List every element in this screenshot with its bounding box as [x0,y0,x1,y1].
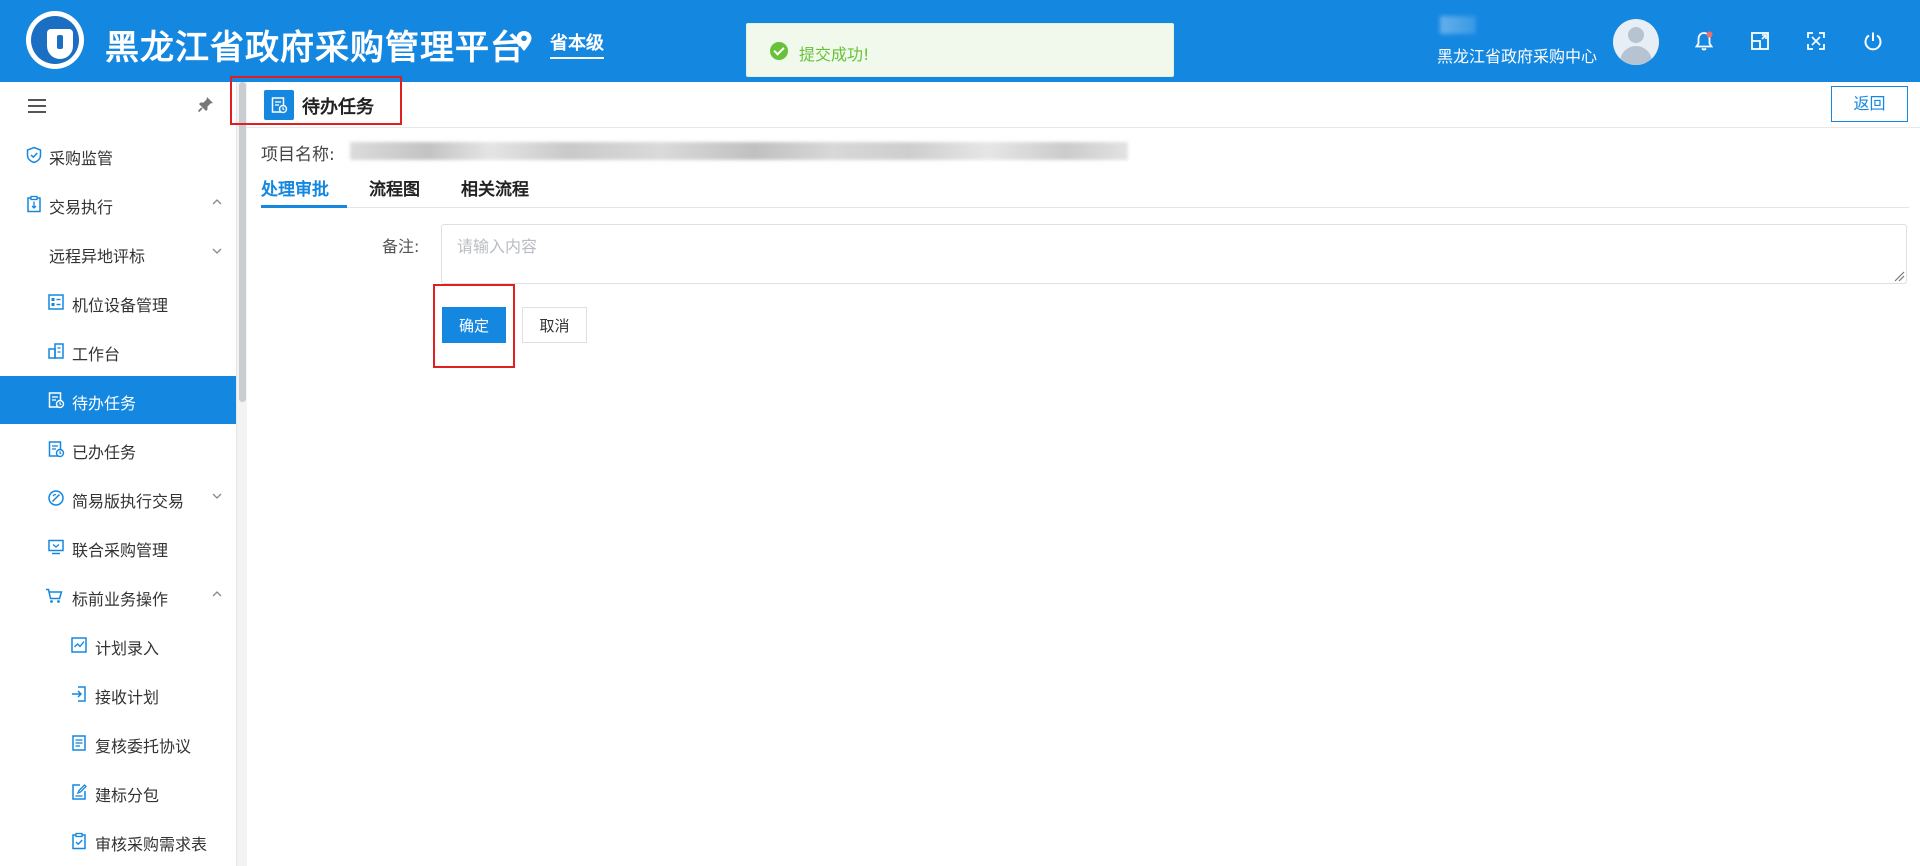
cancel-button[interactable]: 取消 [522,307,587,343]
project-name-label: 项目名称: [261,145,335,165]
user-org-name: 黑龙江省政府采购中心 [1437,47,1598,66]
region-selector[interactable]: 省本级 [550,29,604,59]
sidebar-item-trade-execution[interactable]: 交易执行 [0,180,236,228]
remark-label: 备注: [382,237,420,256]
active-tab-indicator [261,205,347,208]
sidebar-item-simple-trade[interactable]: 简易版执行交易 [0,474,236,522]
user-blurred-info [1440,16,1476,34]
power-icon[interactable] [1862,30,1884,52]
clipboard-icon [27,195,41,213]
done-task-icon [48,441,65,458]
sidebar-item-label: 交易执行 [49,198,114,217]
device-list-icon [48,294,64,310]
tab-flowchart[interactable]: 流程图 [369,175,420,200]
sidebar-item-plan-entry[interactable]: 计划录入 [0,621,236,669]
sidebar-item-receive-plan[interactable]: 接收计划 [0,670,236,718]
app-title: 黑龙江省政府采购管理平台 [105,28,525,68]
chevron-down-icon [212,248,222,254]
sidebar-item-label: 机位设备管理 [72,296,169,315]
gauge-icon [48,490,64,506]
sidebar-item-remote-evaluation[interactable]: 远程异地评标 [0,229,236,277]
window-icon[interactable] [1749,30,1771,52]
confirm-button[interactable]: 确定 [442,307,506,343]
sidebar-item-label: 标前业务操作 [72,590,169,609]
sidebar-item-build-package[interactable]: 建标分包 [0,768,236,816]
sidebar-scrollbar[interactable] [239,82,246,402]
resize-grip-icon[interactable] [1893,270,1905,282]
bell-icon[interactable] [1693,30,1715,52]
sidebar-item-label: 接收计划 [95,688,160,707]
toast-message: 提交成功! [799,45,870,64]
tab-bar: 处理审批 流程图 相关流程 [261,170,1909,208]
sidebar-item-procurement-supervision[interactable]: 采购监管 [0,131,236,179]
sidebar-item-workbench[interactable]: 工作台 [0,327,236,375]
project-name-blurred [350,142,1128,160]
login-icon [72,686,86,702]
page-header [247,82,1920,128]
remark-input[interactable] [441,224,1907,284]
todo-task-icon [48,392,65,409]
sidebar-item-label: 待办任务 [72,394,137,413]
sidebar-item-label: 已办任务 [72,443,137,462]
success-toast: 提交成功! [746,23,1174,77]
back-button[interactable]: 返回 [1831,86,1908,122]
sidebar-item-label: 远程异地评标 [49,247,146,266]
sidebar-item-review-demand[interactable]: 审核采购需求表 [0,817,236,865]
sidebar-item-label: 简易版执行交易 [72,492,185,511]
workbench-icon [48,343,64,359]
tab-related-flows[interactable]: 相关流程 [461,175,529,200]
sidebar-item-todo-tasks[interactable]: 待办任务 [0,376,236,424]
sidebar-item-label: 联合采购管理 [72,541,169,560]
sidebar-item-label: 计划录入 [95,639,160,658]
menu-toggle-icon[interactable] [28,99,46,113]
location-pin-icon [516,31,532,51]
chevron-up-icon [212,591,222,597]
fullscreen-icon[interactable] [1805,30,1827,52]
clipboard-check-icon [72,832,86,850]
sidebar-item-review-agreement[interactable]: 复核委托协议 [0,719,236,767]
monitor-icon [48,539,64,555]
sidebar-toolbar [0,82,236,129]
chevron-down-icon [212,493,222,499]
sidebar: 采购监管 交易执行 远程异地评标 机位设备管理 工作台 待办任务 已办任务 简易… [0,82,237,866]
pin-icon[interactable] [197,95,215,113]
document-icon [72,735,86,751]
sidebar-item-label: 复核委托协议 [95,737,192,756]
sidebar-item-pre-bid-operations[interactable]: 标前业务操作 [0,572,236,620]
shield-check-icon [26,146,42,164]
cart-icon [46,588,63,603]
edit-doc-icon [72,784,87,800]
sidebar-item-label: 工作台 [72,345,121,364]
sidebar-item-device-management[interactable]: 机位设备管理 [0,278,236,326]
sidebar-item-label: 采购监管 [49,149,114,168]
sidebar-item-done-tasks[interactable]: 已办任务 [0,425,236,473]
sidebar-item-joint-procurement[interactable]: 联合采购管理 [0,523,236,571]
sidebar-item-label: 建标分包 [95,786,160,805]
check-circle-icon [770,42,788,60]
platform-logo [26,11,84,69]
chevron-up-icon [212,199,222,205]
tab-process-approval[interactable]: 处理审批 [261,175,329,200]
sidebar-item-label: 审核采购需求表 [95,835,208,854]
avatar[interactable] [1613,19,1659,65]
highlight-box-title [230,76,402,125]
chart-check-icon [71,637,87,653]
